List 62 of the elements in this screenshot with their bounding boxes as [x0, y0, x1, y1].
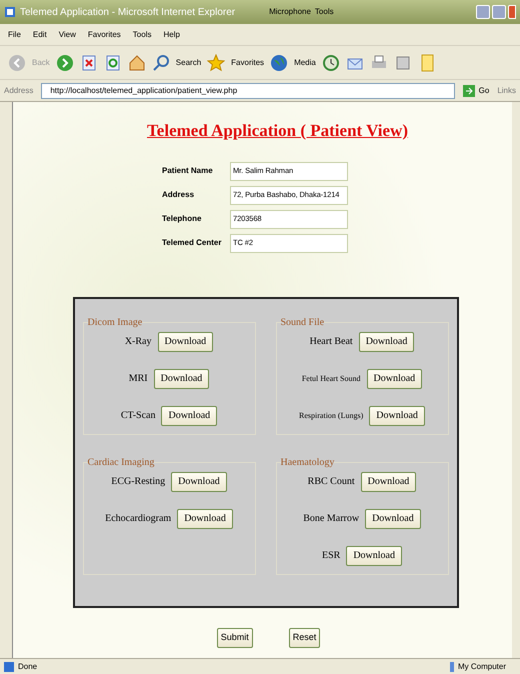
menu-item[interactable]: Help [163, 28, 180, 40]
field-label: Telemed Center [162, 237, 222, 249]
file-label: Fetul Heart Sound [302, 372, 360, 384]
search-label[interactable]: Search [176, 56, 202, 68]
download-button[interactable]: Download [171, 472, 227, 492]
menu-item[interactable]: File [8, 28, 21, 40]
download-button[interactable]: Download [366, 368, 422, 388]
globe-icon[interactable] [270, 54, 288, 72]
submit-button[interactable]: Submit [216, 628, 253, 648]
media-label[interactable]: Media [294, 56, 316, 68]
status-text: Done [4, 660, 38, 672]
file-label: Heart Beat [310, 335, 353, 349]
menu-item[interactable]: Favorites [88, 28, 121, 40]
file-label: RBC Count [308, 475, 355, 489]
reset-button[interactable]: Reset [288, 628, 320, 648]
favorites-label[interactable]: Favorites [231, 56, 264, 68]
field-label: Patient Name [162, 165, 214, 177]
download-button[interactable]: Download [158, 332, 214, 352]
microphone-item[interactable]: Microphone [269, 6, 311, 18]
file-label: X-Ray [124, 335, 152, 349]
maximize-button[interactable] [492, 5, 506, 19]
history-icon[interactable] [322, 54, 340, 72]
download-button[interactable]: Download [346, 546, 402, 566]
address-label: Address [4, 84, 34, 96]
section-legend: Cardiac Imaging [88, 454, 154, 470]
browser-icon[interactable] [4, 6, 16, 18]
menu-item[interactable]: Tools [132, 28, 152, 40]
address-field[interactable]: http://localhost/telemed_application/patient_view.php [41, 82, 455, 98]
stop-icon[interactable] [80, 54, 98, 72]
section-legend: Sound File [280, 314, 324, 330]
section-legend: Haematology [280, 454, 334, 470]
file-label: CT-Scan [120, 409, 156, 423]
download-button[interactable]: Download [358, 332, 414, 352]
menu-item[interactable]: View [58, 28, 76, 40]
home-icon[interactable] [128, 54, 146, 72]
file-label: Respiration (Lungs) [299, 410, 364, 422]
zone-text: My Computer [450, 660, 506, 672]
download-button[interactable]: Download [154, 368, 210, 388]
download-button[interactable]: Download [369, 406, 425, 426]
menu-item[interactable]: Edit [32, 28, 47, 40]
download-button[interactable]: Download [161, 406, 218, 426]
download-button[interactable]: Download [365, 508, 421, 528]
file-label: ESR [322, 549, 340, 563]
window-title: Telemed Application - Microsoft Internet Explorer [20, 6, 236, 20]
tools-item[interactable]: Tools [314, 6, 334, 18]
refresh-icon[interactable] [104, 54, 122, 72]
download-button[interactable]: Download [360, 472, 416, 492]
close-button[interactable] [508, 5, 516, 19]
search-icon[interactable] [152, 54, 170, 72]
field-label: Telephone [162, 213, 202, 225]
download-button[interactable]: Download [177, 508, 233, 528]
file-label: ECG-Resting [111, 475, 166, 489]
star-icon[interactable] [207, 54, 226, 72]
section-legend: Dicom Image [88, 314, 142, 330]
file-label: MRI [128, 372, 148, 386]
go-button[interactable]: Go [462, 84, 490, 96]
field-label: Address [162, 189, 196, 201]
page-title: Telemed Application ( Patient View) [147, 120, 408, 142]
file-label: Echocardiogram [105, 512, 172, 526]
links-label[interactable]: Links [497, 84, 516, 96]
minimize-button[interactable] [476, 5, 490, 19]
file-label: Bone Marrow [303, 512, 360, 526]
